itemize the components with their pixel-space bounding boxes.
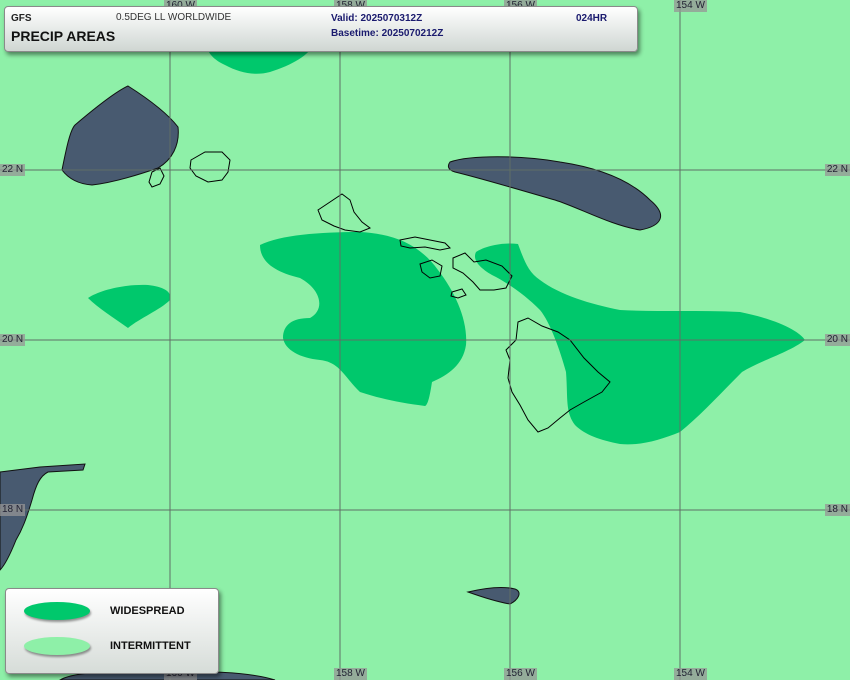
legend-swatch-intermittent bbox=[24, 637, 90, 655]
lon-label-156w-bottom: 156 W bbox=[504, 668, 537, 680]
product-title: PRECIP AREAS bbox=[11, 28, 116, 44]
model-name: GFS bbox=[11, 13, 32, 24]
lat-label-20n-left: 20 N bbox=[0, 334, 26, 346]
grid-description: 0.5DEG LL WORLDWIDE bbox=[116, 12, 232, 23]
legend-swatch-widespread bbox=[24, 602, 90, 620]
lon-label-158w-bottom: 158 W bbox=[334, 668, 367, 680]
lon-label-154w-bottom: 154 W bbox=[674, 668, 707, 680]
base-time: Basetime: 2025070212Z bbox=[331, 28, 444, 39]
lat-label-22n-left: 22 N bbox=[0, 164, 26, 176]
lat-label-22n-right: 22 N bbox=[824, 164, 850, 176]
precip-map bbox=[0, 0, 850, 680]
lat-label-18n-right: 18 N bbox=[824, 504, 850, 516]
lat-label-18n-left: 18 N bbox=[0, 504, 26, 516]
valid-time: Valid: 2025070312Z bbox=[331, 13, 423, 24]
legend-label-intermittent: INTERMITTENT bbox=[110, 640, 191, 652]
lat-label-20n-right: 20 N bbox=[824, 334, 850, 346]
lon-label-154w-top: 154 W bbox=[674, 0, 707, 12]
header-panel: GFS PRECIP AREAS 0.5DEG LL WORLDWIDE Val… bbox=[4, 6, 638, 52]
legend-label-widespread: WIDESPREAD bbox=[110, 605, 185, 617]
forecast-hour: 024HR bbox=[576, 13, 608, 24]
legend-panel: WIDESPREAD INTERMITTENT bbox=[5, 588, 219, 674]
